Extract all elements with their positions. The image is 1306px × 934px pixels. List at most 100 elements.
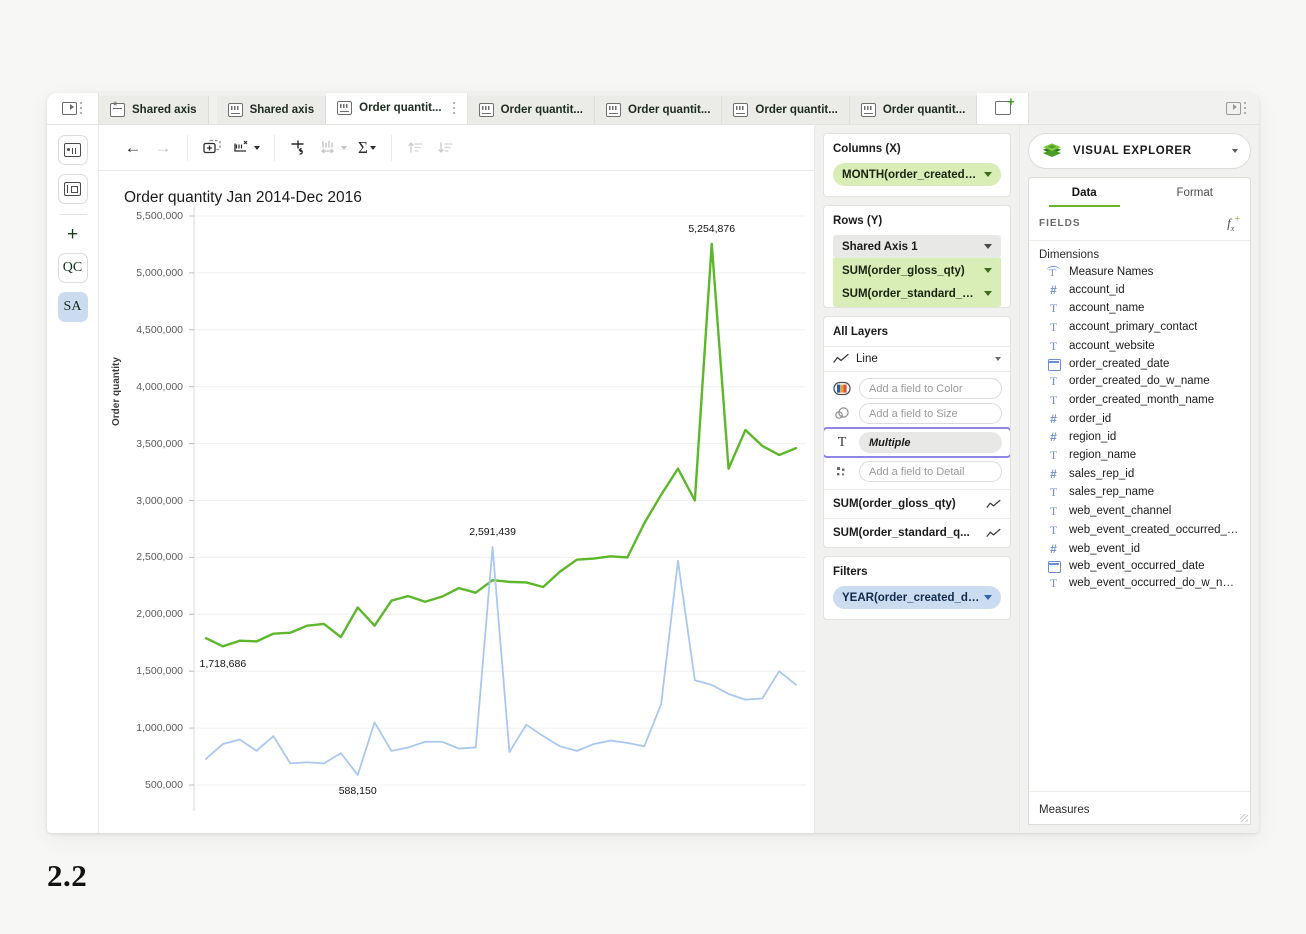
mark-type-selector[interactable]: Line xyxy=(824,347,1010,372)
sort-descending-button[interactable] xyxy=(433,135,459,161)
encoding-row-detail[interactable]: Add a field to Detail xyxy=(824,459,1010,484)
worksheet-tab-label: Order quantit... xyxy=(883,104,965,116)
filters-shelf-pill[interactable]: YEAR(order_created_date) xyxy=(833,586,1001,609)
field-list-item[interactable]: Tweb_event_created_occurred_na... xyxy=(1029,521,1250,540)
rail-divider xyxy=(59,214,87,215)
field-name: web_event_occurred_date xyxy=(1069,560,1205,572)
tab-format[interactable]: Format xyxy=(1140,178,1251,207)
field-list-item[interactable]: Torder_created_do_w_name xyxy=(1029,372,1250,391)
label-encoding-field[interactable]: Multiple xyxy=(859,432,1002,453)
clear-sheet-button[interactable] xyxy=(229,135,263,161)
chevron-down-icon[interactable] xyxy=(984,291,992,296)
tab-data[interactable]: Data xyxy=(1029,178,1140,207)
toolbar-group-sheet xyxy=(188,135,274,161)
field-list-item[interactable]: #web_event_id xyxy=(1029,540,1250,558)
text-field-icon: T xyxy=(1047,523,1060,538)
rows-shelf-measure-pill-1[interactable]: SUM(order_standard_qty) xyxy=(833,282,1001,305)
columns-shelf-pill[interactable]: MONTH(order_created_d... xyxy=(833,163,1001,186)
sidebar-item-data-source[interactable] xyxy=(58,135,88,165)
field-list-item[interactable]: Taccount_name xyxy=(1029,299,1250,318)
field-name: order_created_do_w_name xyxy=(1069,375,1210,387)
field-list-item[interactable]: order_created_date xyxy=(1029,356,1250,372)
worksheet-tab-4[interactable]: Order quantit... xyxy=(595,96,722,124)
sidebar-item-story[interactable] xyxy=(58,174,88,204)
field-list-item[interactable]: Tweb_event_occurred_do_w_name xyxy=(1029,574,1250,593)
label-encoding-value: Multiple xyxy=(869,437,911,449)
field-list-item[interactable]: Tweb_event_channel xyxy=(1029,502,1250,521)
columns-shelf[interactable]: Columns (X) MONTH(order_created_d... xyxy=(823,133,1011,197)
worksheet-tab-2-active[interactable]: Order quantit... xyxy=(326,93,467,124)
add-calculation-icon[interactable]: fx+ xyxy=(1227,214,1240,233)
sigma-totals-icon: Σ xyxy=(358,139,368,156)
layer-measure-row-1[interactable]: SUM(order_standard_q... xyxy=(824,518,1010,547)
color-encoding-field[interactable]: Add a field to Color xyxy=(859,378,1002,399)
resize-grip-icon[interactable] xyxy=(1240,814,1248,822)
field-list-item[interactable]: Taccount_website xyxy=(1029,337,1250,356)
chevron-down-icon[interactable] xyxy=(984,244,992,249)
totals-button[interactable]: Σ xyxy=(354,135,380,161)
sort-ascending-button[interactable] xyxy=(403,135,429,161)
rows-shelf-measure-pill-0[interactable]: SUM(order_gloss_qty) xyxy=(833,259,1001,282)
field-list-item[interactable]: #region_id xyxy=(1029,428,1250,446)
encoding-row-label[interactable]: T Multiple xyxy=(826,430,1008,455)
encoding-row-size[interactable]: Add a field to Size xyxy=(824,401,1010,426)
chevron-down-icon[interactable] xyxy=(984,172,992,177)
forward-button[interactable]: → xyxy=(150,135,176,161)
field-name: account_id xyxy=(1069,284,1125,296)
field-list-item[interactable]: Measure Names xyxy=(1029,264,1250,281)
chevron-down-icon[interactable] xyxy=(995,357,1001,361)
add-sheet-button[interactable]: + xyxy=(67,225,78,244)
add-chart-icon xyxy=(995,101,1011,115)
worksheet-tab-1[interactable]: Shared axis xyxy=(217,96,327,124)
worksheet-tab-0[interactable]: Shared axis xyxy=(99,96,209,124)
duplicate-sheet-button[interactable] xyxy=(199,135,225,161)
encoding-shelf-list: Add a field to Color Add a field to Size xyxy=(824,372,1010,489)
line-chart-icon xyxy=(833,353,849,365)
worksheet-tab-6[interactable]: Order quantit... xyxy=(850,96,977,124)
field-list-item[interactable]: Tsales_rep_name xyxy=(1029,483,1250,502)
cube-icon xyxy=(1041,141,1063,161)
visualization-canvas[interactable]: Order quantity Jan 2014-Dec 2016 Order q… xyxy=(99,171,814,833)
worksheet-tab-5[interactable]: Order quantit... xyxy=(722,96,849,124)
left-panel-toggle[interactable] xyxy=(47,93,99,124)
sidebar-item-sa[interactable]: SA xyxy=(58,292,88,322)
size-icon xyxy=(832,405,852,422)
pill-label: YEAR(order_created_date) xyxy=(842,592,980,604)
size-encoding-field[interactable]: Add a field to Size xyxy=(859,403,1002,424)
fit-width-button[interactable] xyxy=(316,135,350,161)
visual-explorer-button[interactable]: VISUAL EXPLORER xyxy=(1028,133,1251,169)
tab-context-menu-icon[interactable] xyxy=(453,102,456,114)
rows-shelf[interactable]: Rows (Y) Shared Axis 1 SUM(order_gloss_q… xyxy=(823,205,1011,308)
field-list-item[interactable]: Torder_created_month_name xyxy=(1029,391,1250,410)
chevron-down-icon[interactable] xyxy=(1232,149,1238,153)
field-name: Measure Names xyxy=(1069,266,1153,278)
new-worksheet-button[interactable] xyxy=(977,93,1029,124)
text-field-icon: T xyxy=(1047,339,1060,354)
filters-shelf[interactable]: Filters YEAR(order_created_date) xyxy=(823,556,1011,620)
field-list-item[interactable]: #account_id xyxy=(1029,281,1250,299)
field-list-item[interactable]: Tregion_name xyxy=(1029,446,1250,465)
field-name: region_name xyxy=(1069,449,1136,461)
swap-rows-columns-button[interactable] xyxy=(286,135,312,161)
field-list-item[interactable]: #order_id xyxy=(1029,410,1250,428)
layer-measure-row-0[interactable]: SUM(order_gloss_qty) xyxy=(824,489,1010,518)
chevron-down-icon xyxy=(254,146,260,150)
worksheet-tab-3[interactable]: Order quantit... xyxy=(468,96,595,124)
sidebar-item-qc[interactable]: QC xyxy=(58,253,88,283)
field-list-item[interactable]: #sales_rep_id xyxy=(1029,465,1250,483)
chevron-down-icon[interactable] xyxy=(984,268,992,273)
dimensions-field-list[interactable]: Measure Names#account_idTaccount_nameTac… xyxy=(1029,264,1250,791)
chevron-down-icon[interactable] xyxy=(984,595,992,600)
detail-encoding-field[interactable]: Add a field to Detail xyxy=(859,461,1002,482)
right-panel-toggle[interactable] xyxy=(1213,93,1259,124)
window-body: + QC SA ← → xyxy=(47,125,1259,833)
figure-caption: 2.2 xyxy=(47,858,87,894)
toolbar-group-nav: ← → xyxy=(109,135,187,161)
back-button[interactable]: ← xyxy=(120,135,146,161)
measure-names-icon xyxy=(1047,266,1060,279)
field-list-item[interactable]: Taccount_primary_contact xyxy=(1029,318,1250,337)
field-list-item[interactable]: web_event_occurred_date xyxy=(1029,558,1250,574)
sort-ascending-icon xyxy=(406,139,426,157)
encoding-row-color[interactable]: Add a field to Color xyxy=(824,376,1010,401)
rows-shelf-axis-pill[interactable]: Shared Axis 1 xyxy=(833,235,1001,258)
